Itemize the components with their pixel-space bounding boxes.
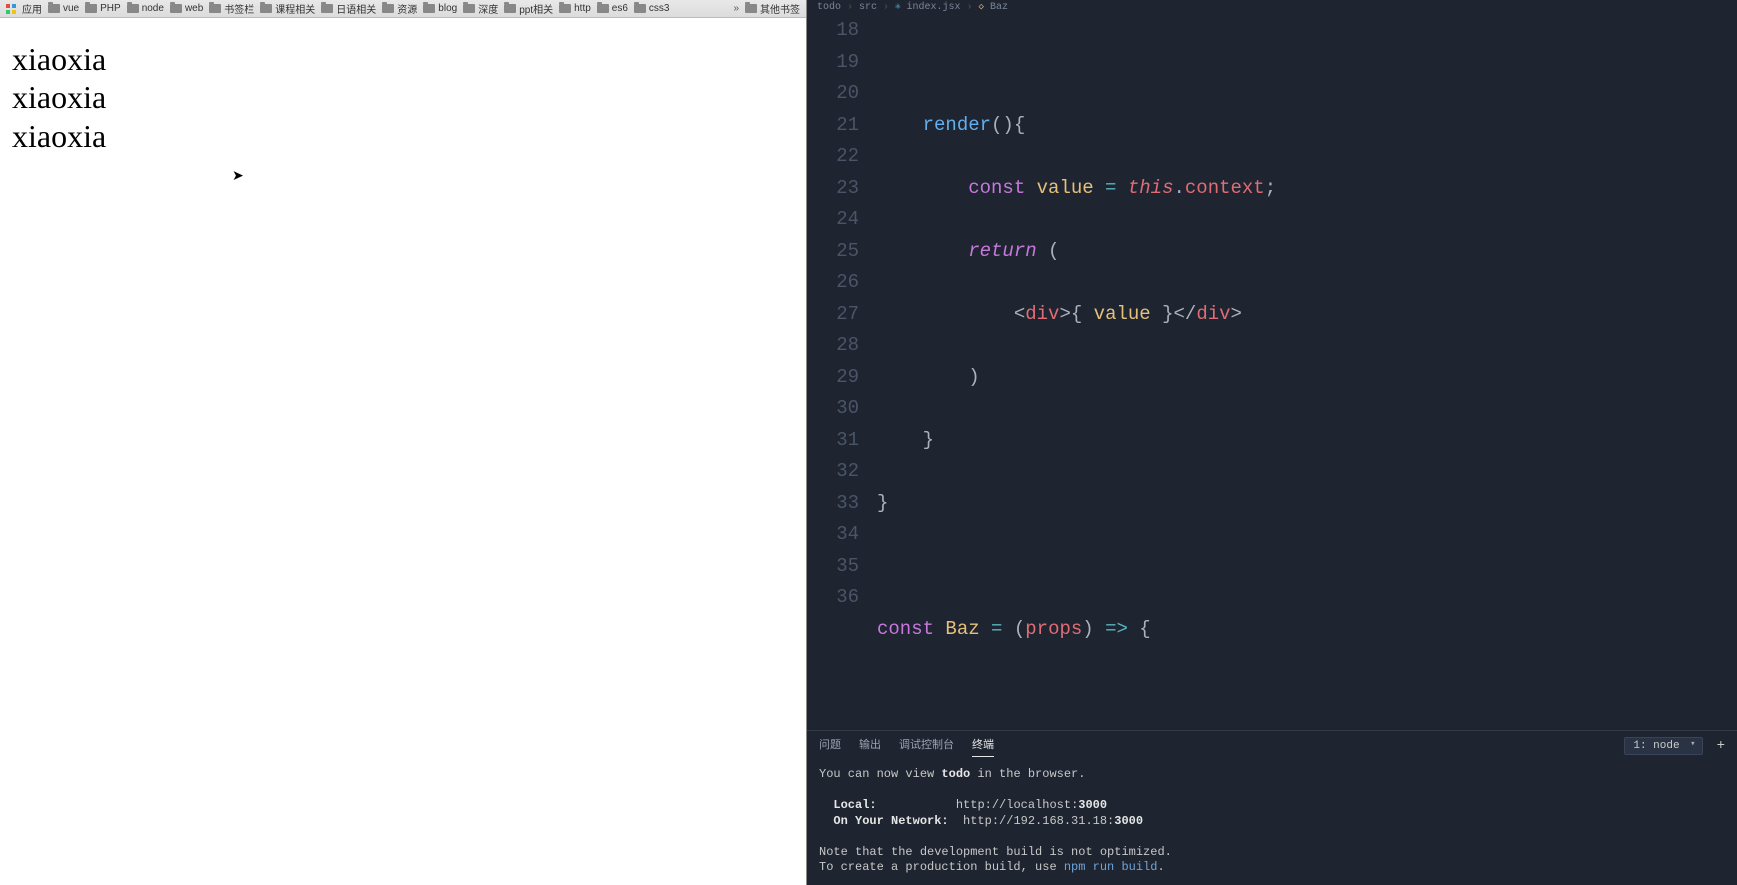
- code-line[interactable]: const Baz = (props) => {: [877, 614, 1737, 646]
- folder-icon: [48, 4, 60, 13]
- bookmark-folder[interactable]: 课程相关: [260, 1, 315, 16]
- line-gutter: 18 19 20 21 22 23 24 25 26 27 28 29 30 3…: [807, 14, 877, 730]
- bookmark-folder[interactable]: web: [170, 3, 203, 14]
- line-number: 31: [807, 425, 859, 457]
- line-number: 34: [807, 519, 859, 551]
- folder-icon: [597, 4, 609, 13]
- panel-tabs: 问题 输出 调试控制台 终端 1: node +: [807, 731, 1737, 761]
- code-line[interactable]: <div>{ value }</div>: [877, 299, 1737, 331]
- line-number: 19: [807, 47, 859, 79]
- breadcrumb-file[interactable]: index.jsx: [906, 2, 960, 13]
- apps-label[interactable]: 应用: [22, 1, 42, 16]
- folder-icon: [127, 4, 139, 13]
- line-number: 35: [807, 551, 859, 583]
- code-lines[interactable]: render(){ const value = this.context; re…: [877, 14, 1737, 730]
- page-text-line: xiaoxia: [12, 40, 794, 78]
- code-line[interactable]: [877, 551, 1737, 583]
- new-terminal-button[interactable]: +: [1717, 738, 1725, 754]
- chevron-right-icon: ›: [847, 2, 853, 13]
- code-line[interactable]: [877, 677, 1737, 709]
- editor-pane: todo › src › ⚛ index.jsx › ◇ Baz 18 19 2…: [807, 0, 1737, 885]
- bookmark-folder[interactable]: node: [127, 3, 164, 14]
- tab-terminal[interactable]: 终端: [972, 736, 994, 757]
- line-number: 27: [807, 299, 859, 331]
- line-number: 18: [807, 15, 859, 47]
- folder-icon: [634, 4, 646, 13]
- bookmark-folder[interactable]: css3: [634, 3, 670, 14]
- folder-icon: [423, 4, 435, 13]
- folder-icon: [209, 4, 221, 13]
- bookmark-folder[interactable]: 日语相关: [321, 1, 376, 16]
- folder-icon: [504, 4, 516, 13]
- bottom-panel: 问题 输出 调试控制台 终端 1: node + You can now vie…: [807, 730, 1737, 885]
- code-line[interactable]: const value = this.context;: [877, 173, 1737, 205]
- apps-grid-icon[interactable]: [6, 4, 16, 14]
- code-line[interactable]: }: [877, 425, 1737, 457]
- other-bookmarks[interactable]: 其他书签: [745, 1, 800, 16]
- bookmark-folder[interactable]: http: [559, 3, 591, 14]
- bookmark-folder[interactable]: blog: [423, 3, 457, 14]
- tab-output[interactable]: 输出: [859, 736, 881, 756]
- line-number: 29: [807, 362, 859, 394]
- folder-icon: [321, 4, 333, 13]
- line-number: 28: [807, 330, 859, 362]
- line-number: 22: [807, 141, 859, 173]
- chevron-right-icon: ›: [883, 2, 889, 13]
- bookmark-folder[interactable]: ppt相关: [504, 1, 553, 16]
- code-line[interactable]: [877, 47, 1737, 79]
- folder-icon: [170, 4, 182, 13]
- breadcrumb-symbol[interactable]: Baz: [990, 2, 1008, 13]
- bookmark-folder[interactable]: es6: [597, 3, 628, 14]
- folder-icon: [85, 4, 97, 13]
- line-number: 26: [807, 267, 859, 299]
- bookmark-overflow-button[interactable]: »: [733, 3, 739, 14]
- bookmark-bar: 应用 vue PHP node web 书签栏 课程相关 日语相关 资源 blo…: [0, 0, 806, 18]
- react-file-icon: ⚛: [895, 2, 900, 12]
- code-line[interactable]: render(){: [877, 110, 1737, 142]
- symbol-icon: ◇: [979, 2, 984, 12]
- browser-viewport[interactable]: xiaoxia xiaoxia xiaoxia ➤: [0, 18, 806, 885]
- line-number: 23: [807, 173, 859, 205]
- bookmark-folder[interactable]: 资源: [382, 1, 417, 16]
- code-line[interactable]: ): [877, 362, 1737, 394]
- bookmark-folder[interactable]: vue: [48, 3, 79, 14]
- breadcrumb-segment[interactable]: todo: [817, 2, 841, 13]
- browser-pane: 应用 vue PHP node web 书签栏 课程相关 日语相关 资源 blo…: [0, 0, 807, 885]
- code-editor[interactable]: 18 19 20 21 22 23 24 25 26 27 28 29 30 3…: [807, 14, 1737, 730]
- line-number: 21: [807, 110, 859, 142]
- bookmark-folder[interactable]: PHP: [85, 3, 121, 14]
- bookmark-folder[interactable]: 深度: [463, 1, 498, 16]
- page-text-line: xiaoxia: [12, 78, 794, 116]
- page-text-line: xiaoxia: [12, 117, 794, 155]
- code-line[interactable]: return (: [877, 236, 1737, 268]
- folder-icon: [745, 4, 757, 13]
- line-number: 32: [807, 456, 859, 488]
- chevron-right-icon: ›: [967, 2, 973, 13]
- code-line[interactable]: }: [877, 488, 1737, 520]
- folder-icon: [260, 4, 272, 13]
- line-number: 36: [807, 582, 859, 614]
- line-number: 25: [807, 236, 859, 268]
- tab-problems[interactable]: 问题: [819, 736, 841, 756]
- folder-icon: [463, 4, 475, 13]
- breadcrumb-segment[interactable]: src: [859, 2, 877, 13]
- tab-debug-console[interactable]: 调试控制台: [899, 736, 954, 756]
- line-number: 30: [807, 393, 859, 425]
- folder-icon: [559, 4, 571, 13]
- line-number: 24: [807, 204, 859, 236]
- line-number: 20: [807, 78, 859, 110]
- terminal-output[interactable]: You can now view todo in the browser. Lo…: [807, 761, 1737, 885]
- cursor-arrow-icon: ➤: [232, 168, 244, 185]
- breadcrumb[interactable]: todo › src › ⚛ index.jsx › ◇ Baz: [807, 0, 1737, 14]
- terminal-select-dropdown[interactable]: 1: node: [1624, 737, 1702, 755]
- bookmark-folder[interactable]: 书签栏: [209, 1, 254, 16]
- line-number: 33: [807, 488, 859, 520]
- folder-icon: [382, 4, 394, 13]
